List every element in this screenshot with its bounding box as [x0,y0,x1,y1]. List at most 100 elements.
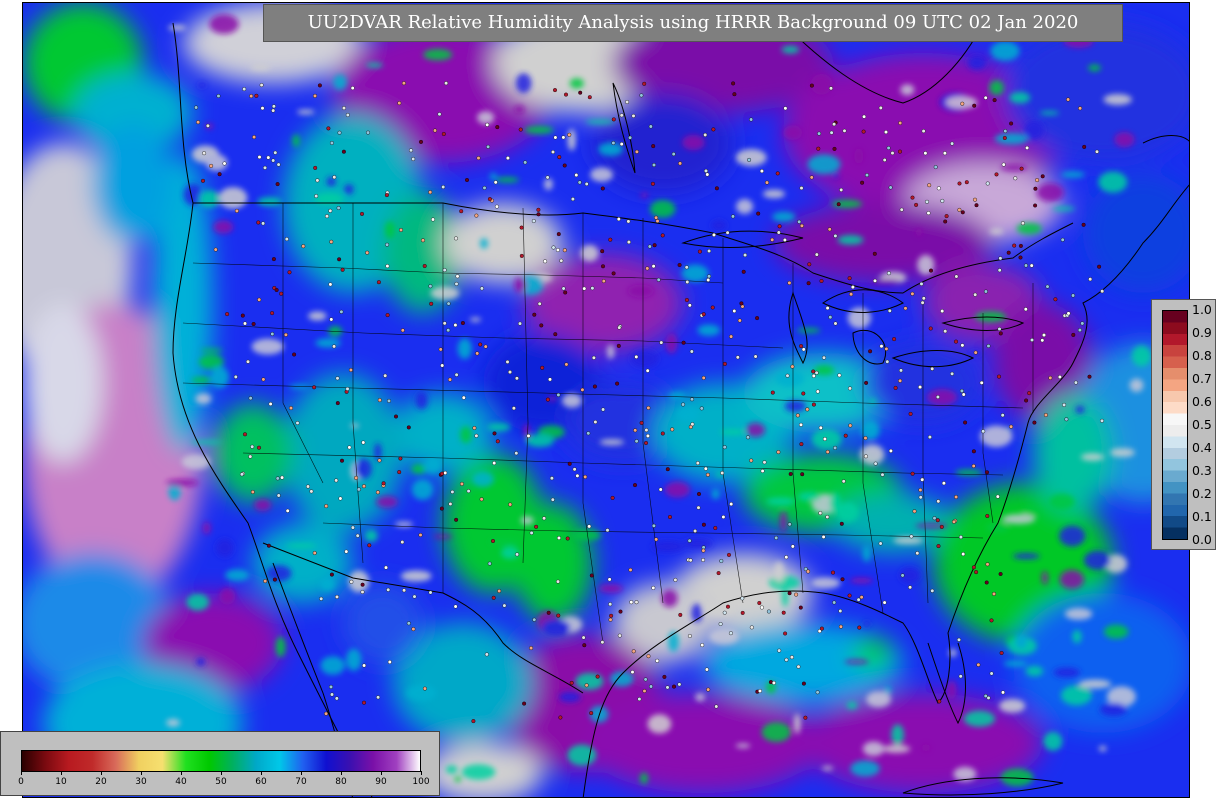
station-dot [556,613,561,618]
station-dot [459,481,464,486]
station-dot [655,219,660,224]
obs-tick-label: 0.5 [1192,417,1212,432]
station-dot [651,264,656,269]
station-dot [531,218,536,223]
station-dot [1099,418,1104,423]
station-dot [589,711,594,716]
station-dot [878,105,883,110]
humidity-speckle [355,458,372,479]
station-dot [639,93,644,98]
humidity-speckle [257,197,282,207]
station-dot [910,291,915,296]
station-dot [829,130,834,135]
station-dot [677,263,682,268]
humidity-speckle [990,41,1020,61]
station-dot [487,561,492,566]
station-dot [900,573,905,578]
station-dot [437,112,442,117]
humidity-speckle [333,74,347,91]
station-dot [801,347,806,352]
station-dot [915,551,920,556]
station-dot [1033,186,1038,191]
station-dot [998,572,1003,577]
station-dot [350,86,355,91]
station-dot [442,321,447,326]
station-dot [681,402,686,407]
station-dot [908,585,913,590]
station-dot [617,633,622,638]
humidity-speckle [364,529,378,543]
station-dot [798,605,803,610]
station-dot [650,181,655,186]
station-dot [710,305,715,310]
humidity-speckle [544,178,553,191]
station-dot [781,610,786,615]
station-dot [918,385,923,390]
humidity-speckle [374,443,382,461]
station-dot [892,337,897,342]
station-dot [839,187,844,192]
station-dot [659,340,664,345]
station-dot [774,535,779,540]
station-dot [719,559,724,564]
humidity-speckle [837,235,864,245]
humidity-speckle [719,429,746,435]
station-dot [453,604,458,609]
station-dot [799,344,804,349]
station-dot [252,135,257,140]
humidity-speckle [411,479,434,500]
station-dot [642,81,647,86]
station-dot [387,398,392,403]
humidity-speckle [181,454,211,470]
station-dot [402,588,407,593]
humidity-speckle [1059,525,1086,547]
station-dot [815,690,820,695]
station-dot [973,197,978,202]
humidity-speckle [461,764,496,780]
station-dot [618,609,623,614]
station-dot [882,600,887,605]
station-dot [271,108,276,113]
station-dot [250,490,255,495]
humidity-speckle [797,491,821,502]
rh-tick-mark [301,771,302,775]
humidity-speckle [711,488,720,500]
station-dot [485,122,490,127]
station-dot [879,344,884,349]
station-dot [789,655,794,660]
station-dot [832,146,837,151]
station-dot [567,461,572,466]
humidity-speckle [955,469,983,476]
humidity-speckle [980,425,1013,448]
station-dot [1003,129,1008,134]
station-dot [688,558,693,563]
station-dot [474,213,479,218]
station-dot [271,257,276,262]
humidity-speckle [191,376,213,384]
humidity-speckle [344,184,354,195]
station-dot [777,224,782,229]
humidity-speckle [711,220,727,231]
obs-tick-label: 0.6 [1192,394,1212,409]
station-dot [619,113,624,118]
station-dot [799,422,804,427]
station-dot [787,522,792,527]
station-dot [616,217,621,222]
station-dot [954,274,959,279]
station-dot [935,518,940,523]
station-dot [441,184,446,189]
station-dot [716,571,721,576]
station-dot [329,317,334,322]
station-dot [1018,243,1023,248]
humidity-speckle [1080,453,1105,461]
station-dot [937,699,942,704]
station-dot [401,81,406,86]
humidity-speckle [457,338,472,359]
station-dot [1001,690,1006,695]
station-dot [865,173,870,178]
station-dot [658,487,663,492]
humidity-speckle [854,148,864,164]
station-dot [685,280,690,285]
station-dot [765,180,770,185]
station-dot [720,471,725,476]
